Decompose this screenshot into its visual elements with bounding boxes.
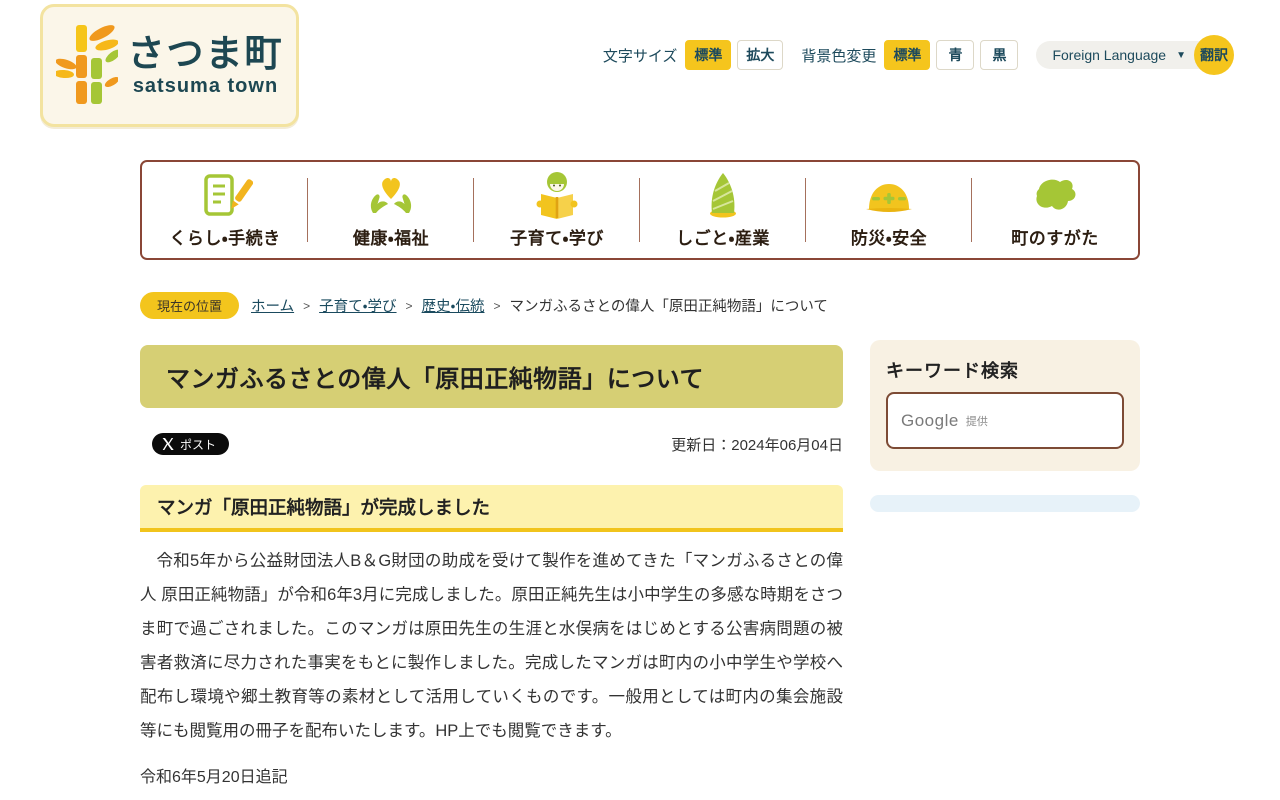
updated-date: 更新日：2024年06月04日: [671, 436, 843, 454]
keyword-search-panel: キーワード検索 Google 提供: [870, 340, 1140, 471]
breadcrumb-link-childcare[interactable]: 子育て・学び: [319, 295, 396, 316]
page-title: マンガふるさとの偉人「原田正純物語」について: [140, 345, 843, 408]
keyword-search-title: キーワード検索: [886, 361, 1019, 381]
bg-blue-button[interactable]: 青: [936, 40, 975, 70]
article-body: 令和5年から公益財団法人B＆G財団の助成を受けて製作を進めてきた「マンガふるさと…: [140, 552, 843, 740]
google-provider-suffix: 提供: [965, 415, 988, 428]
language-select[interactable]: Foreign Language ▼: [1036, 41, 1216, 69]
breadcrumb-link-history[interactable]: 歴史・伝統: [422, 295, 485, 316]
nav-label: くらし・手続き: [169, 229, 281, 248]
translate-button[interactable]: 翻訳: [1194, 35, 1234, 75]
breadcrumb-separator: >: [493, 298, 501, 313]
chevron-down-icon: ▼: [1176, 49, 1186, 61]
helmet-icon: [861, 171, 917, 219]
sidebar-divider-bar: [870, 495, 1140, 512]
nav-label: 健康・福祉: [352, 229, 430, 248]
nav-item-health-welfare[interactable]: 健康・福祉: [308, 162, 474, 258]
nav-label: 子育て・学び: [510, 229, 604, 248]
nav-label: 町のすがた: [1011, 229, 1099, 248]
child-reading-icon: [529, 171, 585, 219]
bg-black-button[interactable]: 黒: [980, 40, 1019, 70]
nav-label: しごと・産業: [676, 229, 770, 248]
nav-item-childcare-learning[interactable]: 子育て・学び: [474, 162, 640, 258]
nav-item-town-profile[interactable]: 町のすがた: [972, 162, 1138, 258]
site-logo[interactable]: さつま町 satsuma town: [40, 4, 299, 127]
site-title: さつま町: [127, 33, 284, 74]
sidebar: キーワード検索 Google 提供: [870, 340, 1140, 512]
nav-label: 防災・安全: [850, 229, 928, 248]
bamboo-logo-icon: [53, 20, 121, 111]
language-select-label: Foreign Language: [1052, 47, 1167, 63]
breadcrumb-separator: >: [303, 298, 311, 313]
site-subtitle: satsuma town: [132, 75, 279, 97]
heart-hands-icon: [363, 171, 419, 219]
font-size-label: 文字サイズ: [602, 47, 678, 65]
google-logo: Google: [901, 410, 959, 430]
breadcrumb-separator: >: [405, 298, 413, 313]
addendum-date: 令和6年5月20日追記: [140, 768, 288, 786]
font-size-standard-button[interactable]: 標準: [685, 40, 732, 70]
bg-color-label: 背景色変更: [801, 47, 877, 65]
nav-item-work-industry[interactable]: しごと・産業: [640, 162, 806, 258]
nav-item-disaster-safety[interactable]: 防災・安全: [806, 162, 972, 258]
article-meta-row: ポスト 更新日：2024年06月04日: [140, 433, 843, 455]
x-post-button[interactable]: ポスト: [152, 433, 230, 455]
document-pen-icon: [197, 171, 253, 219]
bg-standard-button[interactable]: 標準: [884, 40, 931, 70]
section-heading: マンガ「原田正純物語」が完成しました: [140, 485, 843, 532]
breadcrumb-current-page: マンガふるさとの偉人「原田正純物語」について: [509, 299, 828, 315]
search-input[interactable]: Google 提供: [886, 392, 1124, 449]
page: さつま町 satsuma town 文字サイズ 標準 拡大 背景色変更 標準 青…: [0, 0, 1280, 800]
breadcrumb-link-home[interactable]: ホーム: [251, 295, 294, 316]
font-size-large-button[interactable]: 拡大: [737, 40, 784, 70]
bamboo-shoot-icon: [695, 171, 751, 219]
current-location-badge: 現在の位置: [140, 292, 240, 319]
accessibility-controls: 文字サイズ 標準 拡大 背景色変更 標準 青 黒 Foreign Languag…: [602, 35, 1234, 75]
breadcrumb: 現在の位置 ホーム > 子育て・学び > 歴史・伝統 > マンガふるさとの偉人「…: [140, 292, 1240, 319]
nav-item-living-procedures[interactable]: くらし・手続き: [142, 162, 308, 258]
article-column: マンガふるさとの偉人「原田正純物語」について ポスト 更新日：2024年06月0…: [140, 345, 843, 800]
town-map-icon: [1027, 171, 1083, 219]
main-navigation: くらし・手続き 健康・福祉 子育て・学び しごと・産業 防災・安全 町のすがた: [140, 160, 1140, 260]
x-post-label: ポスト: [180, 437, 217, 452]
x-logo-icon: [162, 438, 174, 450]
